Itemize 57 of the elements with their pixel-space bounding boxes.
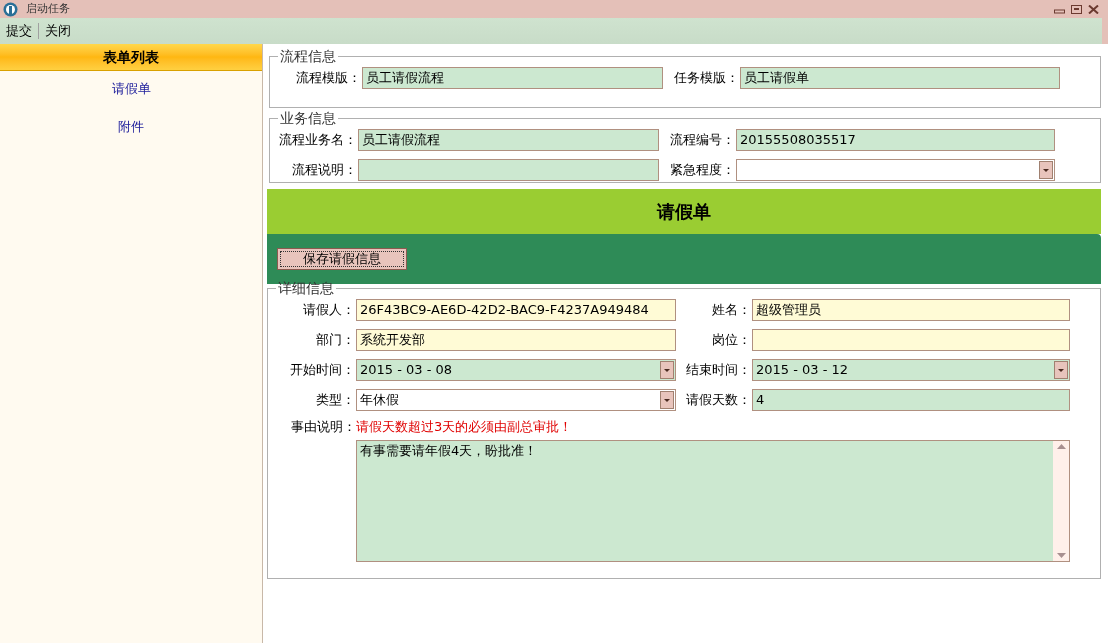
field-label: 紧急程度： [669,161,736,180]
dropdown-field[interactable]: 2015 - 03 - 08 [356,359,676,381]
sidebar-item[interactable]: 请假单 [111,79,151,99]
input-field[interactable]: 员工请假单 [740,67,1060,89]
input-field[interactable]: 系统开发部 [356,329,676,351]
field-label: 类型： [315,391,356,410]
dropdown-button[interactable] [660,361,674,379]
caret-icon [664,368,670,372]
form-title-banner: 请假单 [267,189,1101,234]
field-label: 请假人： [302,301,356,320]
field-label: 开始时间： [289,361,356,380]
caret-icon [664,398,670,402]
field-label: 结束时间： [685,361,752,380]
field-label: 姓名： [711,301,752,320]
save-button[interactable]: 保存请假信息 [277,248,407,270]
field-label: 岗位： [711,331,752,350]
group-legend: 详细信息 [276,278,336,299]
input-field[interactable]: 4 [752,389,1070,411]
input-field[interactable]: 26F43BC9-AE6D-42D2-BAC9-F4237A949484 [356,299,676,321]
input-field[interactable]: 20155508035517 [736,129,1055,151]
field-label: 流程业务名： [278,131,358,150]
scrollbar[interactable] [1053,440,1069,561]
field-label: 流程说明： [291,161,358,180]
window-title: 启动任务 [26,0,70,17]
reason-text: 有事需要请年假4天，盼批准！ [359,441,539,460]
field-label: 部门： [315,331,356,350]
field-label: 流程模版： [295,69,362,88]
input-field[interactable] [752,329,1070,351]
field-label: 流程编号： [669,131,736,150]
dropdown-button[interactable] [1039,161,1053,179]
dropdown-button[interactable] [1054,361,1068,379]
sidebar-item[interactable]: 附件 [118,116,144,136]
warning-text: 请假天数超过3天的必须由副总审批！ [356,418,573,436]
input-field[interactable]: 员工请假流程 [362,67,663,89]
input-field[interactable] [358,159,659,181]
dropdown-field[interactable]: 年休假 [356,389,676,411]
app-logo-icon [3,1,18,17]
reason-textarea[interactable]: 有事需要请年假4天，盼批准！ [356,439,1070,562]
input-field[interactable]: 员工请假流程 [358,129,659,151]
dropdown-field[interactable] [736,159,1055,181]
dropdown-button[interactable] [660,391,674,409]
sidebar-header: 表单列表 [0,44,262,71]
group-legend: 业务信息 [278,108,338,129]
field-label: 请假天数： [685,391,752,410]
caret-icon [1058,368,1064,372]
field-label: 事由说明： [290,418,356,436]
menu-item[interactable]: 提交 [4,21,34,41]
group-legend: 流程信息 [278,46,338,67]
caret-icon [1043,168,1049,172]
scroll-down-icon[interactable] [1056,552,1066,558]
scroll-up-icon[interactable] [1056,443,1066,449]
close-icon[interactable] [1088,4,1099,14]
maximize-icon[interactable] [1071,4,1082,14]
field-label: 任务模版： [673,69,740,88]
dropdown-field[interactable]: 2015 - 03 - 12 [752,359,1070,381]
input-field[interactable]: 超级管理员 [752,299,1070,321]
menu-item[interactable]: 关闭 [43,21,73,41]
